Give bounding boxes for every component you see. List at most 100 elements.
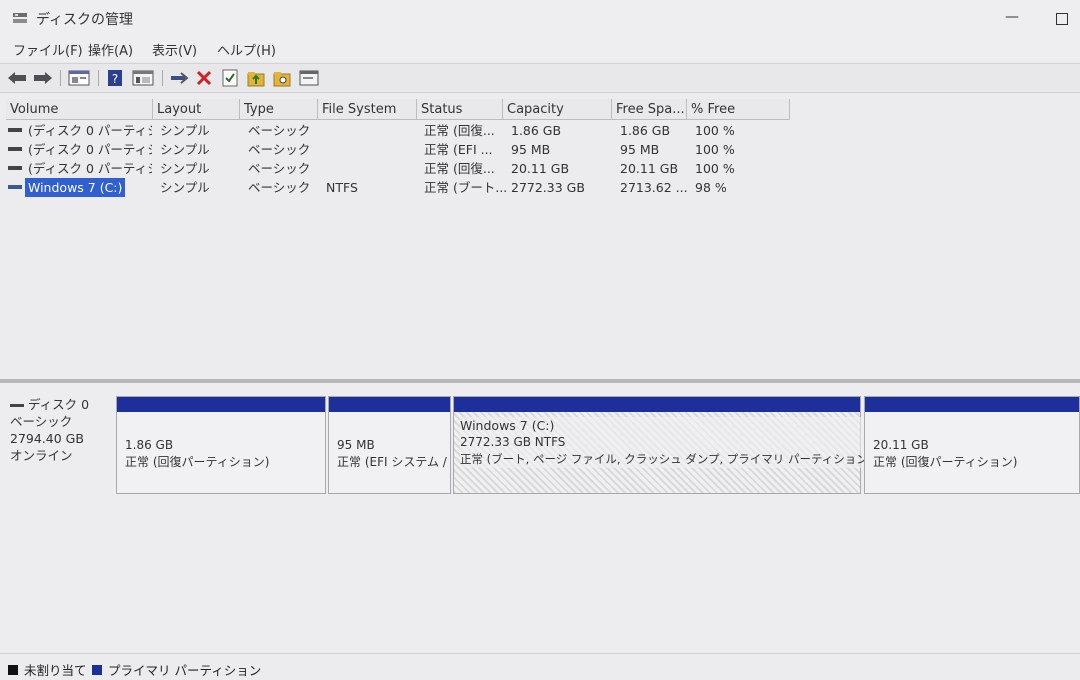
- disk-graph-view: ディスク 0 ベーシック 2794.40 GB オンライン 1.86 GB 正常…: [0, 383, 1080, 653]
- toolbar-separator: [162, 70, 163, 86]
- cell-free-space: 95 MB: [620, 142, 660, 157]
- help-icon[interactable]: ?: [105, 68, 125, 88]
- table-row[interactable]: (ディスク 0 パーティシ... シンプル ベーシック 正常 (EFI ... …: [0, 140, 800, 159]
- volume-icon: [8, 185, 22, 189]
- partition-bar: [865, 397, 1079, 412]
- volume-icon: [8, 128, 22, 132]
- cell-status: 正常 (EFI ...: [424, 142, 493, 157]
- cell-percent-free: 98 %: [695, 180, 727, 195]
- cell-capacity: 2772.33 GB: [511, 180, 585, 195]
- cell-percent-free: 100 %: [695, 142, 735, 157]
- column-header-type[interactable]: Type: [240, 99, 318, 120]
- cell-volume: Windows 7 (C:): [25, 178, 126, 197]
- cell-type: ベーシック: [248, 142, 311, 157]
- menu-file[interactable]: ファイル(F): [13, 40, 83, 59]
- cell-capacity: 1.86 GB: [511, 123, 562, 138]
- cell-volume: (ディスク 0 パーティシ...: [28, 161, 152, 176]
- legend-unallocated: 未割り当て: [8, 660, 87, 679]
- cell-volume: (ディスク 0 パーティシ...: [28, 123, 152, 138]
- legend-label: プライマリ パーティション: [108, 663, 262, 678]
- forward-arrow-icon[interactable]: [32, 68, 54, 88]
- cell-capacity: 95 MB: [511, 142, 551, 157]
- back-arrow-icon[interactable]: [6, 68, 28, 88]
- partition-windows-c[interactable]: Windows 7 (C:) 2772.33 GB NTFS 正常 (ブート, …: [453, 396, 873, 494]
- maximize-button[interactable]: [1056, 13, 1068, 25]
- cell-layout: シンプル: [160, 180, 210, 195]
- cell-status: 正常 (ブート...: [424, 180, 508, 195]
- partition-recovery-1[interactable]: 1.86 GB 正常 (回復パーティション): [116, 396, 326, 494]
- delete-icon[interactable]: [194, 68, 214, 88]
- toolbar-separator: [98, 70, 99, 86]
- cell-layout: シンプル: [160, 142, 210, 157]
- legend-swatch: [8, 664, 18, 675]
- cell-file-system: NTFS: [326, 180, 358, 195]
- legend: 未割り当て プライマリ パーティション: [0, 653, 1080, 680]
- legend-swatch: [92, 664, 102, 675]
- table-row[interactable]: (ディスク 0 パーティシ... シンプル ベーシック 正常 (回復... 20…: [0, 159, 800, 178]
- column-header-percent-free[interactable]: % Free: [687, 99, 790, 120]
- table-row-selected[interactable]: Windows 7 (C:) シンプル ベーシック NTFS 正常 (ブート..…: [0, 178, 800, 197]
- svg-text:?: ?: [112, 72, 118, 86]
- menu-bar: ファイル(F) 操作(A) 表示(V) ヘルプ(H): [0, 36, 1080, 62]
- volume-list: Volume Layout Type File System Status Ca…: [0, 93, 1080, 379]
- column-header-file-system[interactable]: File System: [318, 99, 417, 120]
- toolbar-separator: [60, 70, 61, 86]
- partition-efi[interactable]: 95 MB 正常 (EFI システム /: [328, 396, 451, 494]
- disk-type: ベーシック: [10, 414, 73, 429]
- cell-free-space: 2713.62 ...: [620, 180, 688, 195]
- window-title: ディスクの管理: [36, 12, 134, 28]
- menu-view[interactable]: 表示(V): [152, 40, 197, 59]
- partition-status: 正常 (回復パーティション): [125, 455, 270, 469]
- partition-status: 正常 (ブート, ページ ファイル, クラッシュ ダンプ, プライマリ パーティ…: [460, 452, 873, 466]
- menu-help[interactable]: ヘルプ(H): [217, 40, 276, 59]
- disk-label[interactable]: ディスク 0 ベーシック 2794.40 GB オンライン: [10, 396, 110, 464]
- menu-action[interactable]: 操作(A): [88, 40, 133, 59]
- cell-layout: シンプル: [160, 123, 210, 138]
- cell-capacity: 20.11 GB: [511, 161, 570, 176]
- partition-size: 20.11 GB: [873, 438, 929, 452]
- volume-icon: [8, 166, 22, 170]
- cell-type: ベーシック: [248, 180, 311, 195]
- partition-status: 正常 (回復パーティション): [873, 455, 1018, 469]
- minimize-button[interactable]: —: [1003, 10, 1021, 24]
- toolbar: ?: [0, 63, 1080, 93]
- cell-layout: シンプル: [160, 161, 210, 176]
- cell-type: ベーシック: [248, 161, 311, 176]
- column-header-volume[interactable]: Volume: [6, 99, 153, 120]
- column-header-capacity[interactable]: Capacity: [503, 99, 612, 120]
- column-header-free-space[interactable]: Free Spa...: [612, 99, 687, 120]
- properties-icon[interactable]: [131, 68, 155, 88]
- window-icon[interactable]: [298, 68, 320, 88]
- cell-free-space: 1.86 GB: [620, 123, 671, 138]
- legend-label: 未割り当て: [24, 663, 87, 678]
- title-bar: ディスクの管理 —: [0, 0, 1080, 36]
- disk-icon: [10, 404, 24, 407]
- partition-status: 正常 (EFI システム /: [337, 455, 447, 469]
- table-row[interactable]: (ディスク 0 パーティシ... シンプル ベーシック 正常 (回復... 1.…: [0, 121, 800, 140]
- folder-up-icon[interactable]: [246, 68, 266, 88]
- partition-size: 2772.33 GB NTFS: [460, 435, 566, 449]
- column-header-status[interactable]: Status: [417, 99, 503, 120]
- console-tree-icon[interactable]: [67, 68, 91, 88]
- cell-status: 正常 (回復...: [424, 123, 495, 138]
- cell-percent-free: 100 %: [695, 123, 735, 138]
- partition-bar: [454, 397, 860, 412]
- check-icon[interactable]: [220, 68, 240, 88]
- folder-search-icon[interactable]: [272, 68, 292, 88]
- disk-management-icon: [13, 13, 27, 23]
- disk-name: ディスク 0: [28, 397, 90, 412]
- cell-volume: (ディスク 0 パーティシ...: [28, 142, 152, 157]
- partition-name: Windows 7 (C:): [460, 418, 555, 433]
- volume-icon: [8, 147, 22, 151]
- partition-bar: [329, 397, 450, 412]
- cell-percent-free: 100 %: [695, 161, 735, 176]
- disk-size: 2794.40 GB: [10, 431, 84, 446]
- column-header-layout[interactable]: Layout: [153, 99, 240, 120]
- disk-state: オンライン: [10, 448, 73, 463]
- partition-size: 1.86 GB: [125, 438, 174, 452]
- partition-bar: [117, 397, 325, 412]
- cell-type: ベーシック: [248, 123, 311, 138]
- connect-icon[interactable]: [168, 68, 190, 88]
- partition-recovery-2[interactable]: 20.11 GB 正常 (回復パーティション): [864, 396, 1080, 494]
- partition-size: 95 MB: [337, 438, 375, 452]
